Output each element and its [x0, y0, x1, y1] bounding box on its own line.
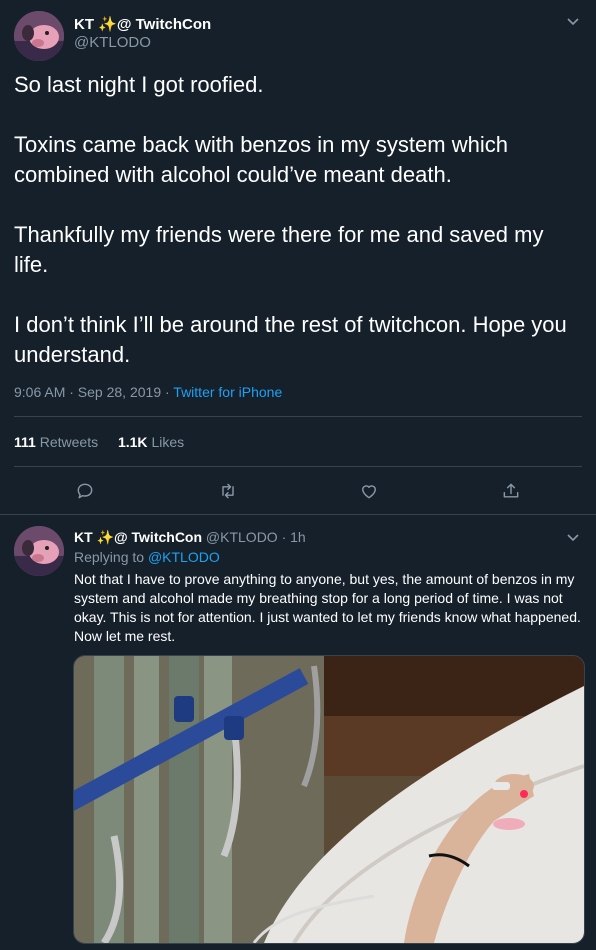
- reply-icon: [77, 483, 93, 499]
- tweet-metadata: 9:06 AM · Sep 28, 2019 · Twitter for iPh…: [14, 384, 282, 400]
- tweet-paragraph-2: Toxins came back with benzos in my syste…: [14, 132, 508, 187]
- chevron-down-icon[interactable]: [566, 14, 580, 28]
- author-handle[interactable]: @KTLODO: [74, 34, 151, 51]
- tweet-source[interactable]: Twitter for iPhone: [173, 384, 282, 400]
- replying-to: Replying to @KTLODO: [74, 549, 220, 565]
- tweet-photo[interactable]: [73, 655, 585, 944]
- reply-body: Not that I have to prove anything to any…: [74, 571, 581, 644]
- author-name[interactable]: KT ✨@ TwitchCon: [74, 15, 211, 33]
- reply-time[interactable]: · 1h: [282, 529, 306, 545]
- likes-stat[interactable]: 1.1K Likes: [118, 434, 184, 450]
- tweet-paragraph-4: I don’t think I’ll be around the rest of…: [14, 312, 567, 367]
- share-button[interactable]: [501, 481, 521, 506]
- divider: [14, 416, 582, 417]
- share-icon: [503, 483, 519, 498]
- like-button[interactable]: [359, 481, 379, 506]
- reply-button[interactable]: [75, 481, 95, 506]
- retweets-stat[interactable]: 111 Retweets: [14, 434, 102, 450]
- divider: [0, 514, 596, 515]
- tweet-stats: 111 Retweets 1.1K Likes: [14, 434, 184, 450]
- like-label: Likes: [151, 434, 185, 450]
- reply-author-handle[interactable]: @KTLODO: [206, 529, 278, 545]
- reply-author-avatar[interactable]: [14, 526, 64, 576]
- retweet-count: 111: [14, 434, 36, 450]
- retweet-button[interactable]: [218, 481, 238, 506]
- tweet-paragraph-3: Thankfully my friends were there for me …: [14, 222, 544, 277]
- author-avatar[interactable]: [14, 11, 64, 61]
- like-count: 1.1K: [117, 434, 148, 450]
- chevron-down-icon[interactable]: [566, 530, 580, 544]
- heart-icon: [362, 485, 376, 499]
- reply-header: KT ✨@ TwitchCon @KTLODO · 1h: [74, 529, 306, 546]
- retweet-icon: [222, 483, 234, 499]
- reply-author-name[interactable]: KT ✨@ TwitchCon: [74, 529, 202, 545]
- tweet-timestamp[interactable]: 9:06 AM · Sep 28, 2019 ·: [14, 384, 173, 400]
- replying-to-handle[interactable]: @KTLODO: [148, 549, 220, 565]
- divider: [14, 466, 582, 467]
- replying-to-label: Replying to: [74, 549, 148, 565]
- retweet-label: Retweets: [39, 434, 99, 450]
- tweet-paragraph-1: So last night I got roofied.: [14, 72, 264, 97]
